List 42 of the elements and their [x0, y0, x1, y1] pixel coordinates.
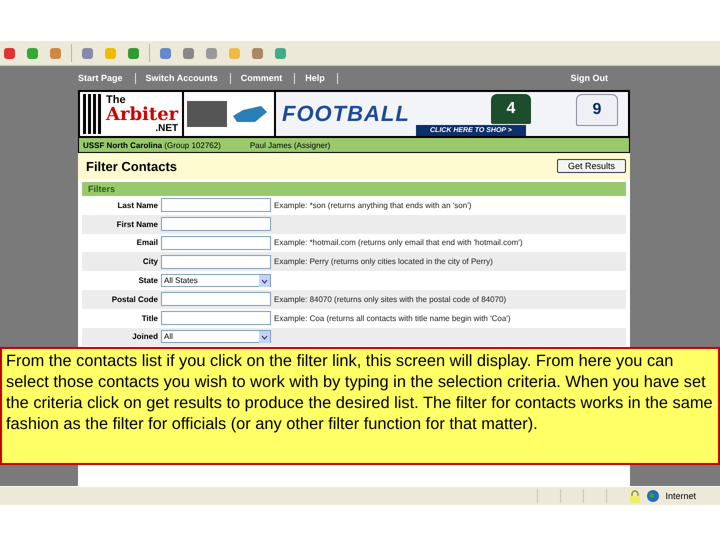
input-field[interactable]	[161, 311, 271, 326]
callout-text: From the contacts list if you click on the filter link, this screen will display. From here you can select those contacts you wish to work with by typing in the selection criteria. When you have set the criteria click on get results to produce the desired list. The filter for contacts works in the same fashion as the filter for officials (or any other filter function for that matter).	[0, 347, 720, 465]
stripes-icon	[83, 94, 103, 134]
input-field[interactable]	[161, 292, 271, 306]
logo-text: .NET	[155, 124, 178, 134]
input-field[interactable]	[161, 217, 271, 232]
nav-link[interactable]: Help	[305, 72, 338, 84]
nav-link[interactable]: Switch Accounts	[146, 72, 231, 84]
photo-placeholder	[187, 101, 227, 127]
jersey-drawing: 4	[491, 94, 531, 124]
field-label: Email	[136, 238, 159, 248]
jersey-drawing: 9	[576, 94, 618, 126]
sign-out-link[interactable]: Sign Out	[570, 72, 620, 84]
dropdown[interactable]: All States	[161, 274, 271, 288]
nav-link[interactable]: Start Page	[78, 72, 136, 84]
field-label: City	[142, 257, 159, 266]
field-label: Last Name	[116, 200, 159, 210]
org-name: USSF North Carolina (Group 102762)	[83, 140, 221, 150]
section-header: Filters	[82, 182, 626, 196]
page-title: Filter Contacts	[86, 158, 178, 174]
logo-text: The	[106, 94, 127, 106]
nav-link[interactable]: Comment	[240, 72, 296, 84]
dropdown[interactable]: All	[161, 330, 271, 344]
field-label: State	[137, 276, 159, 286]
example-text: Example: Coa (returns all contacts with title name begin with 'Coa')	[274, 314, 510, 323]
example-text: Example: Perry (returns only cities located in the city of Perry)	[274, 257, 493, 266]
field-label: First Name	[116, 220, 159, 229]
lock-icon	[629, 490, 642, 502]
field-label: Title	[140, 314, 159, 323]
example-text: Example: *son (returns anything that ends with an 'son')	[274, 200, 472, 210]
field-label: Joined	[131, 332, 159, 342]
user-name: Paul James (Assigner)	[250, 140, 330, 150]
logo-text: Arbiter	[106, 106, 178, 124]
ad-title: FOOTBALL	[282, 101, 410, 127]
input-field[interactable]	[161, 198, 271, 212]
input-field[interactable]	[161, 236, 271, 250]
input-field[interactable]	[161, 254, 271, 269]
zone-label: Internet	[665, 491, 696, 501]
example-text: Example: *hotmail.com (returns only email that end with 'hotmail.com')	[274, 238, 522, 248]
get-results-button[interactable]: Get Results	[556, 159, 626, 173]
field-label: Postal Code	[110, 294, 159, 304]
example-text: Example: 84070 (returns only sites with the postal code of 84070)	[274, 294, 506, 304]
